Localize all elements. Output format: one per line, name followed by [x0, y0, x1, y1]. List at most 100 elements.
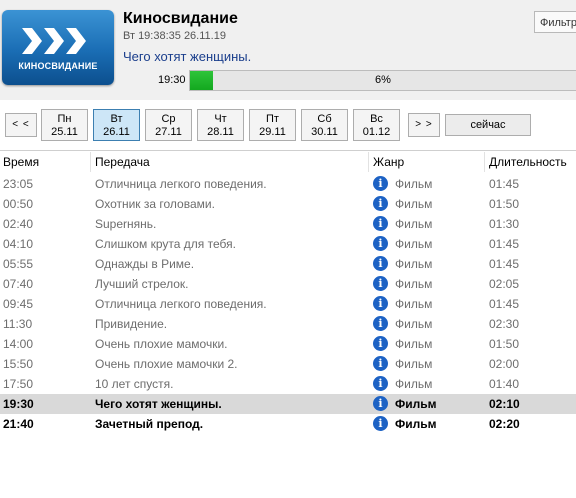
cell-genre: Фильм [395, 277, 433, 291]
table-row[interactable]: 17:50 10 лет спустя. Фильм 01:40 i [0, 374, 576, 394]
cell-program: Однажды в Риме. [95, 257, 195, 271]
info-icon[interactable]: i [373, 336, 388, 351]
day-button[interactable]: Пн 25.11 [41, 109, 88, 141]
cell-time: 14:00 [3, 337, 34, 351]
table-row[interactable]: 21:40 Зачетный препод. Фильм 02:20 i [0, 414, 576, 434]
cell-program: Слишком крута для тебя. [95, 237, 236, 251]
day-date: 26.11 [103, 126, 130, 138]
logo-text: КИНОСВИДАНИЕ [18, 61, 98, 71]
table-row[interactable]: 02:40 Superнянь. Фильм 01:30 i [0, 214, 576, 234]
cell-time: 02:40 [3, 217, 34, 231]
column-header-genre[interactable]: Жанр [373, 155, 404, 169]
cell-duration: 01:45 [489, 257, 520, 271]
day-button[interactable]: Сб 30.11 [301, 109, 348, 141]
current-program-title: Чего хотят женщины. [123, 49, 252, 64]
channel-logo: КИНОСВИДАНИЕ [2, 10, 114, 85]
day-date: 28.11 [207, 126, 234, 138]
cell-duration: 01:50 [489, 337, 520, 351]
prev-week-button[interactable]: < < [5, 113, 37, 137]
cell-genre: Фильм [395, 217, 433, 231]
info-icon[interactable]: i [373, 316, 388, 331]
cell-genre: Фильм [395, 297, 433, 311]
cell-program: Очень плохие мамочки. [95, 337, 228, 351]
day-date: 01.12 [362, 126, 391, 138]
table-row[interactable]: 23:05 Отличница легкого поведения. Фильм 01… [0, 174, 576, 194]
info-icon[interactable]: i [373, 296, 388, 311]
next-week-button[interactable]: > > [408, 113, 440, 137]
current-datetime: Вт 19:38:35 26.11.19 [123, 30, 226, 42]
cell-time: 05:55 [3, 257, 34, 271]
cell-time: 21:40 [3, 417, 34, 431]
cell-time: 09:45 [3, 297, 34, 311]
table-row[interactable]: 11:30 Привидение. Фильм 02:30 i [0, 314, 576, 334]
cell-duration: 01:30 [489, 217, 520, 231]
day-button[interactable]: Чт 28.11 [197, 109, 244, 141]
cell-time: 17:50 [3, 377, 34, 391]
info-icon[interactable]: i [373, 196, 388, 211]
cell-genre: Фильм [395, 237, 433, 251]
cell-duration: 02:10 [489, 397, 520, 411]
cell-time: 04:10 [3, 237, 34, 251]
cell-duration: 02:30 [489, 317, 520, 331]
table-row[interactable]: 15:50 Очень плохие мамочки 2. Фильм 02:00 i [0, 354, 576, 374]
cell-duration: 01:45 [489, 237, 520, 251]
cell-program: Лучший стрелок. [95, 277, 189, 291]
info-icon[interactable]: i [373, 236, 388, 251]
day-name: Вт [110, 113, 123, 125]
cell-time: 00:50 [3, 197, 34, 211]
info-icon[interactable]: i [373, 276, 388, 291]
cell-genre: Фильм [395, 337, 433, 351]
info-icon[interactable]: i [373, 216, 388, 231]
day-date: 29.11 [259, 126, 286, 138]
day-name: Сб [317, 113, 332, 125]
cell-program: Чего хотят женщины. [95, 397, 222, 411]
program-progress-bar: 6% [189, 70, 576, 91]
app-title: Киносвидание [123, 10, 238, 27]
header-divider [0, 150, 576, 151]
table-row[interactable]: 14:00 Очень плохие мамочки. Фильм 01:50 i [0, 334, 576, 354]
day-name: Ср [161, 113, 176, 125]
cell-duration: 02:00 [489, 357, 520, 371]
day-button[interactable]: Ср 27.11 [145, 109, 192, 141]
program-start-time: 19:30 [158, 74, 186, 86]
table-row[interactable]: 19:30 Чего хотят женщины. Фильм 02:10 i [0, 394, 576, 414]
cell-genre: Фильм [395, 177, 433, 191]
cell-time: 15:50 [3, 357, 34, 371]
cell-genre: Фильм [395, 397, 437, 411]
day-button[interactable]: Пт 29.11 [249, 109, 296, 141]
info-icon[interactable]: i [373, 376, 388, 391]
table-row[interactable]: 05:55 Однажды в Риме. Фильм 01:45 i [0, 254, 576, 274]
progress-percent: 6% [375, 74, 391, 86]
cell-program: Superнянь. [95, 217, 157, 231]
table-row[interactable]: 04:10 Слишком крута для тебя. Фильм 01:45 i [0, 234, 576, 254]
now-button[interactable]: сейчас [445, 114, 531, 136]
cell-program: Привидение. [95, 317, 168, 331]
info-icon[interactable]: i [373, 256, 388, 271]
column-header-time[interactable]: Время [3, 155, 39, 169]
column-separator [484, 152, 485, 172]
info-icon[interactable]: i [373, 176, 388, 191]
table-row[interactable]: 07:40 Лучший стрелок. Фильм 02:05 i [0, 274, 576, 294]
filter-button[interactable]: Фильтр [534, 11, 576, 33]
column-header-duration[interactable]: Длительность [489, 155, 567, 169]
cell-program: Зачетный препод. [95, 417, 204, 431]
cell-genre: Фильм [395, 197, 433, 211]
table-row[interactable]: 00:50 Охотник за головами. Фильм 01:50 i [0, 194, 576, 214]
info-icon[interactable]: i [373, 416, 388, 431]
day-button[interactable]: Вс 01.12 [353, 109, 400, 141]
column-separator [368, 152, 369, 172]
cell-time: 11:30 [3, 317, 33, 331]
day-button[interactable]: Вт 26.11 [93, 109, 140, 141]
day-name: Чт [214, 113, 227, 125]
cell-time: 07:40 [3, 277, 34, 291]
info-icon[interactable]: i [373, 396, 388, 411]
day-date: 27.11 [155, 126, 182, 138]
cell-program: Отличница легкого поведения. [95, 297, 267, 311]
day-name: Пт [266, 113, 279, 125]
info-icon[interactable]: i [373, 356, 388, 371]
cell-program: Охотник за головами. [95, 197, 215, 211]
column-header-program[interactable]: Передача [95, 155, 150, 169]
table-row[interactable]: 09:45 Отличница легкого поведения. Фильм 01… [0, 294, 576, 314]
schedule-table: 23:05 Отличница легкого поведения. Фильм 01… [0, 174, 576, 434]
header-panel: КИНОСВИДАНИЕ Киносвидание Вт 19:38:35 26… [0, 0, 576, 100]
